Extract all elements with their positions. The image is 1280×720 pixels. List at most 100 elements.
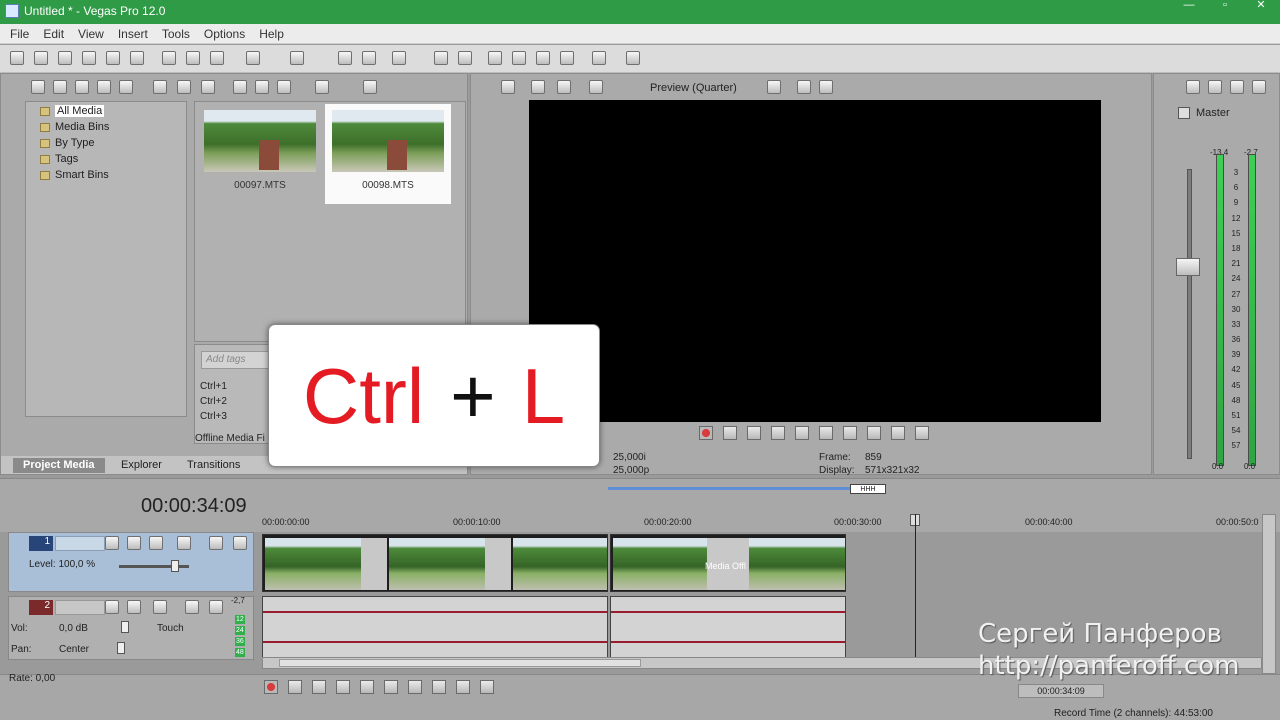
mixer-properties-icon[interactable]: [1186, 80, 1200, 94]
copy-snapshot-icon[interactable]: [797, 80, 811, 94]
get-photo-icon[interactable]: [97, 80, 111, 94]
menu-view[interactable]: View: [78, 27, 104, 41]
bypass-motion-blur-icon[interactable]: [105, 536, 119, 550]
time-ruler[interactable]: 00:00:00:00 00:00:10:00 00:00:20:00 00:0…: [262, 513, 1262, 531]
views-icon[interactable]: [315, 80, 329, 94]
video-track-name-field[interactable]: [55, 536, 105, 551]
get-media-icon[interactable]: [75, 80, 89, 94]
remove-icon[interactable]: [153, 80, 167, 94]
zoom-tool-icon[interactable]: [560, 51, 574, 65]
close-icon[interactable]: ✕: [1250, 0, 1272, 12]
whats-this-help-icon[interactable]: [626, 51, 640, 65]
automation-settings-icon[interactable]: [153, 600, 167, 614]
enable-snapping-icon[interactable]: [338, 51, 352, 65]
compositing-mode-icon[interactable]: [177, 536, 191, 550]
undo-icon[interactable]: [246, 51, 260, 65]
tab-project-media[interactable]: Project Media: [13, 458, 105, 473]
audio-track-name-field[interactable]: [55, 600, 105, 615]
remove-unused-icon[interactable]: [119, 80, 133, 94]
stop-preview-icon[interactable]: [255, 80, 269, 94]
master-volume-fader[interactable]: [1176, 258, 1200, 276]
envelope-tool-icon[interactable]: [512, 51, 526, 65]
menu-file[interactable]: File: [10, 27, 29, 41]
downmix-icon[interactable]: [1208, 80, 1222, 94]
cut-icon[interactable]: [162, 51, 176, 65]
volume-slider[interactable]: [121, 621, 129, 633]
import-media-icon[interactable]: [31, 80, 45, 94]
menu-help[interactable]: Help: [259, 27, 284, 41]
overlays-icon[interactable]: [767, 80, 781, 94]
paste-icon[interactable]: [210, 51, 224, 65]
split-screen-icon[interactable]: [589, 80, 603, 94]
next-frame-icon[interactable]: [915, 426, 929, 440]
maximize-icon[interactable]: ▫: [1214, 0, 1236, 12]
menu-edit[interactable]: Edit: [43, 27, 64, 41]
stop-icon[interactable]: [819, 426, 833, 440]
ripple-edit-icon[interactable]: [392, 51, 406, 65]
mute-icon[interactable]: [185, 600, 199, 614]
play-icon[interactable]: [771, 426, 785, 440]
capture-video-icon[interactable]: [53, 80, 67, 94]
go-to-start-icon[interactable]: [408, 680, 422, 694]
pause-icon[interactable]: [360, 680, 374, 694]
tree-item-all-media[interactable]: All Media: [40, 105, 105, 117]
play-from-start-icon[interactable]: [312, 680, 326, 694]
solo-icon[interactable]: [233, 536, 247, 550]
open-icon[interactable]: [34, 51, 48, 65]
track-fx-icon[interactable]: [149, 536, 163, 550]
audio-event-clip-1[interactable]: [262, 596, 608, 658]
audio-track-header[interactable]: 2 -2,7 Vol: 0,0 dB Touch Pan: Center 12 …: [8, 596, 254, 660]
go-to-start-icon[interactable]: [843, 426, 857, 440]
play-icon[interactable]: [336, 680, 350, 694]
loop-playback-icon[interactable]: [723, 426, 737, 440]
normal-edit-tool-icon[interactable]: [488, 51, 502, 65]
save-icon[interactable]: [58, 51, 72, 65]
tab-transitions[interactable]: Transitions: [177, 458, 250, 473]
pause-icon[interactable]: [795, 426, 809, 440]
timeline-vertical-scrollbar[interactable]: [1262, 514, 1276, 674]
render-icon[interactable]: [106, 51, 120, 65]
menu-options[interactable]: Options: [204, 27, 245, 41]
tree-item-by-type[interactable]: By Type: [40, 137, 95, 149]
previous-frame-icon[interactable]: [891, 426, 905, 440]
media-fx-icon[interactable]: [201, 80, 215, 94]
menu-tools[interactable]: Tools: [162, 27, 190, 41]
record-icon[interactable]: [264, 680, 278, 694]
ignore-grouping-icon[interactable]: [458, 51, 472, 65]
copy-icon[interactable]: [186, 51, 200, 65]
loop-playback-icon[interactable]: [288, 680, 302, 694]
mixer-menu-icon[interactable]: [1252, 80, 1266, 94]
minimize-icon[interactable]: —: [1178, 0, 1200, 12]
video-fx-icon[interactable]: [557, 80, 571, 94]
scrollbar-thumb[interactable]: [279, 659, 641, 667]
video-event-clip-1[interactable]: [262, 534, 608, 592]
auto-crossfade-icon[interactable]: [362, 51, 376, 65]
menu-insert[interactable]: Insert: [118, 27, 148, 41]
auto-preview-icon[interactable]: [277, 80, 291, 94]
go-to-end-icon[interactable]: [432, 680, 446, 694]
search-media-icon[interactable]: [363, 80, 377, 94]
preview-quality-select[interactable]: Preview (Quarter): [650, 82, 737, 94]
save-snapshot-icon[interactable]: [819, 80, 833, 94]
tree-item-tags[interactable]: Tags: [40, 153, 78, 165]
tree-item-smart-bins[interactable]: Smart Bins: [40, 169, 109, 181]
split-icon[interactable]: [592, 51, 606, 65]
media-item-00098[interactable]: 00098.MTS: [325, 104, 451, 204]
go-to-end-icon[interactable]: [867, 426, 881, 440]
new-project-icon[interactable]: [10, 51, 24, 65]
play-from-start-icon[interactable]: [747, 426, 761, 440]
previous-frame-icon[interactable]: [456, 680, 470, 694]
track-fx-icon[interactable]: [127, 600, 141, 614]
stop-icon[interactable]: [384, 680, 398, 694]
video-event-clip-2[interactable]: Media Offl: [610, 534, 846, 592]
save-as-icon[interactable]: [82, 51, 96, 65]
timeline-overview-bar[interactable]: [608, 487, 850, 490]
tab-explorer[interactable]: Explorer: [111, 458, 172, 473]
external-monitor-icon[interactable]: [531, 80, 545, 94]
record-icon[interactable]: [699, 426, 713, 440]
level-slider[interactable]: [171, 560, 179, 572]
media-properties-icon[interactable]: [177, 80, 191, 94]
start-preview-icon[interactable]: [233, 80, 247, 94]
tree-item-media-bins[interactable]: Media Bins: [40, 121, 109, 133]
preview-properties-icon[interactable]: [501, 80, 515, 94]
